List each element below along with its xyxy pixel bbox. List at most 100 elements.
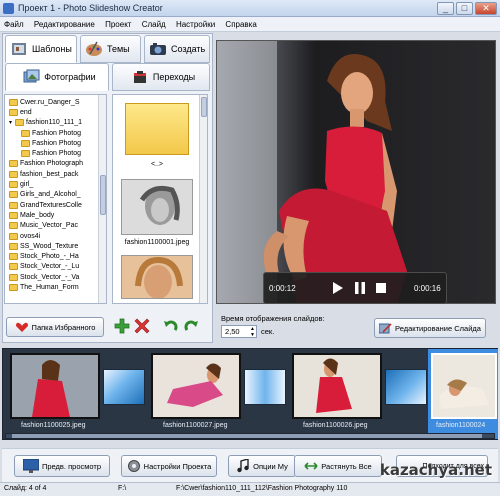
music-note-icon xyxy=(237,459,249,473)
preview-button[interactable]: Предв. просмотр xyxy=(14,455,110,477)
menu-edit[interactable]: Редактирование xyxy=(30,17,99,29)
tree-item[interactable]: SS_Wood_Texture xyxy=(9,241,106,251)
parent-folder-thumb[interactable] xyxy=(125,103,189,155)
folder-tree[interactable]: Cwer.ru_Danger_S end ▾ fashion110_111_1 F… xyxy=(4,94,107,304)
tree-item[interactable]: Girls_and_Alcohol_ xyxy=(9,190,106,200)
menu-file[interactable]: Файл xyxy=(0,17,28,29)
tree-item[interactable]: Cwer.ru_Danger_S xyxy=(9,97,106,107)
tree-scrollbar-thumb[interactable] xyxy=(100,175,106,215)
edit-slide-button[interactable]: Редактирование Слайда xyxy=(374,318,486,338)
tree-item[interactable]: Stock_Vector_-_Va xyxy=(9,272,106,282)
tree-item-label: Stock_Photo_-_Ha xyxy=(20,253,79,261)
tree-item-label: SS_Wood_Texture xyxy=(20,242,79,250)
tree-item[interactable]: Fashion Photog xyxy=(9,138,106,148)
close-button[interactable]: ✕ xyxy=(475,2,497,15)
music-options-button[interactable]: Опции Му xyxy=(228,455,296,477)
minimize-button[interactable]: _ xyxy=(437,2,454,15)
tree-item[interactable]: Music_Vector_Pac xyxy=(9,221,106,231)
parent-folder-label: <..> xyxy=(150,161,164,168)
tree-item[interactable]: Stock_Photo_-_Ha xyxy=(9,251,106,261)
tree-item[interactable]: The_Human_Form xyxy=(9,282,106,292)
tree-item[interactable]: ▾ fashion110_111_1 xyxy=(9,118,106,128)
thumbnail-browser[interactable]: <..> fashion1100001.jpeg xyxy=(112,94,208,304)
tree-item[interactable]: Fashion Photograph xyxy=(9,159,106,169)
tree-item[interactable]: fashion_best_pack xyxy=(9,169,106,179)
folder-icon xyxy=(9,108,18,116)
tree-item-label: Stock_Vector_-_Va xyxy=(20,273,80,281)
thumb-scrollbar-thumb[interactable] xyxy=(201,97,207,117)
rotate-left-icon[interactable] xyxy=(163,318,179,334)
current-time: 0:00:12 xyxy=(269,284,296,293)
tree-item-label: Music_Vector_Pac xyxy=(20,222,78,230)
folder-icon xyxy=(21,139,30,147)
favorites-folder-button[interactable]: Папка Избранного xyxy=(6,317,104,337)
tree-item[interactable]: Fashion Photog xyxy=(9,148,106,158)
folder-icon xyxy=(9,191,18,199)
stretch-all-button[interactable]: Растянуть Все xyxy=(294,455,382,477)
edit-slide-label: Редактирование Слайда xyxy=(395,323,481,333)
tree-item[interactable]: Fashion Photog xyxy=(9,128,106,138)
stop-icon[interactable] xyxy=(375,282,387,294)
slide-thumb[interactable] xyxy=(292,353,382,419)
slide-preview xyxy=(216,40,496,304)
folder-icon xyxy=(9,181,18,189)
tab-transitions[interactable]: Переходы xyxy=(112,63,210,91)
add-icon[interactable] xyxy=(114,318,130,334)
folder-icon xyxy=(9,242,18,250)
tab-photos-label: Фотографии xyxy=(44,72,96,82)
menu-slide[interactable]: Слайд xyxy=(138,17,170,29)
tab-templates-label: Шаблоны xyxy=(32,44,72,54)
folder-icon xyxy=(9,232,18,240)
slide-time-input[interactable]: 2,50 ▲ ▼ xyxy=(221,325,257,338)
slide-filmstrip[interactable]: fashion1100025.jpeg fashion1100027.jpeg … xyxy=(2,348,498,440)
pause-icon[interactable] xyxy=(354,282,366,294)
tree-item[interactable]: GrandTexturesColle xyxy=(9,200,106,210)
slide-caption: fashion1100024 xyxy=(436,422,486,429)
photo-thumb[interactable] xyxy=(121,179,193,235)
tree-item[interactable]: girl_ xyxy=(9,179,106,189)
favorites-folder-label: Папка Избранного xyxy=(31,322,96,332)
filmstrip-scrollbar[interactable] xyxy=(5,433,495,439)
menu-settings[interactable]: Настройки xyxy=(172,17,219,29)
slide-caption: fashion1100025.jpeg xyxy=(21,422,86,429)
menu-help[interactable]: Справка xyxy=(221,17,260,29)
tab-themes-label: Темы xyxy=(107,44,130,54)
slide-thumb[interactable] xyxy=(10,353,100,419)
folder-icon xyxy=(9,263,18,271)
tab-themes[interactable]: Темы xyxy=(80,35,141,63)
transition-thumb[interactable] xyxy=(244,369,286,405)
tab-create-label: Создать xyxy=(171,44,206,54)
thumb-scrollbar[interactable] xyxy=(199,95,207,303)
camera-icon xyxy=(150,43,166,55)
tab-photos[interactable]: Фотографии xyxy=(5,63,109,91)
slide-thumb-selected[interactable] xyxy=(431,353,497,419)
transitions-icon xyxy=(133,71,146,83)
transition-thumb[interactable] xyxy=(103,369,145,405)
slide-time-value: 2,50 xyxy=(225,327,240,336)
tree-item-label: Fashion Photog xyxy=(32,139,82,147)
tree-item[interactable]: Stock_Vector_-_Lu xyxy=(9,262,106,272)
project-settings-button[interactable]: Настройки Проекта xyxy=(121,455,217,477)
total-time: 0:00:16 xyxy=(414,284,441,293)
tree-item[interactable]: end xyxy=(9,107,106,117)
maximize-button[interactable]: □ xyxy=(456,2,473,15)
tab-create[interactable]: Создать xyxy=(144,35,210,63)
photo-thumb[interactable] xyxy=(121,255,193,299)
folder-icon xyxy=(9,283,18,291)
tree-scrollbar[interactable] xyxy=(98,95,106,303)
tab-templates[interactable]: Шаблоны xyxy=(5,35,77,63)
rotate-right-icon[interactable] xyxy=(183,318,199,334)
tree-item[interactable]: ovos4i xyxy=(9,231,106,241)
menu-project[interactable]: Проект xyxy=(101,17,135,29)
play-icon[interactable] xyxy=(332,282,344,294)
template-icon xyxy=(12,43,26,55)
stretch-icon xyxy=(304,462,318,470)
remove-icon[interactable] xyxy=(134,318,150,334)
tree-item[interactable]: Male_body xyxy=(9,210,106,220)
palette-icon xyxy=(86,41,102,56)
gear-icon xyxy=(127,460,140,472)
filmstrip-scrollbar-thumb[interactable] xyxy=(12,434,482,438)
transition-thumb[interactable] xyxy=(385,369,427,405)
spin-arrows-icon[interactable]: ▲ ▼ xyxy=(250,326,255,338)
slide-thumb[interactable] xyxy=(151,353,241,419)
